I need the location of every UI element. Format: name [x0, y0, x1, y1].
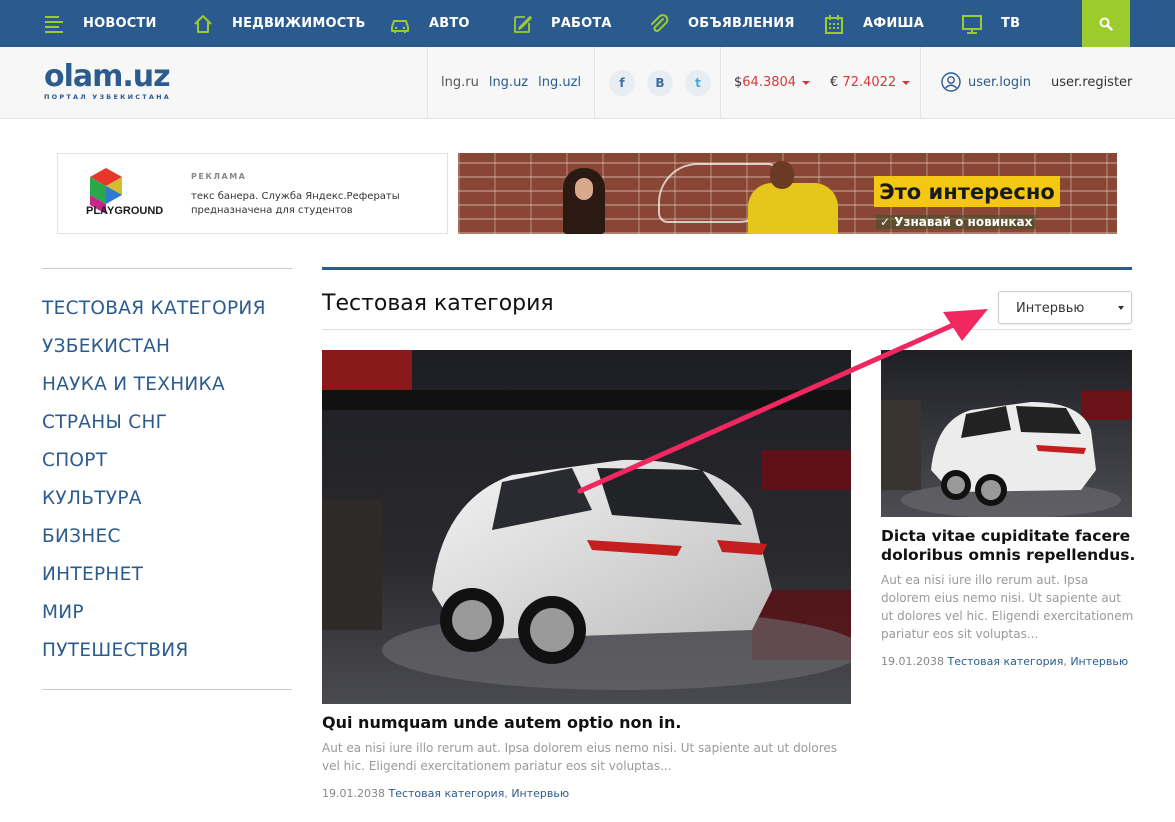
header-divider: [427, 47, 428, 119]
nav-item-label: НЕДВИЖИМОСТЬ: [232, 16, 366, 31]
nav-item-label: НОВОСТИ: [83, 16, 157, 31]
ad-label: РЕКЛАМА: [191, 172, 247, 181]
currency-eur[interactable]: € 72.4022: [830, 75, 911, 90]
sidebar-item-cis[interactable]: СТРАНЫ СНГ: [42, 409, 266, 447]
paperclip-icon: [648, 13, 670, 35]
article-image-main[interactable]: [322, 350, 851, 704]
article-date: 19.01.2038: [322, 787, 385, 800]
twitter-icon[interactable]: t: [685, 70, 711, 96]
category-filter-select[interactable]: Интервью: [998, 291, 1132, 324]
eur-rate: 72.4022: [842, 75, 897, 90]
header-divider: [594, 47, 595, 119]
ad-subline: ✓ Узнавай о новинках: [876, 215, 1037, 229]
sidebar-item-sport[interactable]: СПОРТ: [42, 447, 266, 485]
article-excerpt: Aut ea nisi iure illo rerum aut. Ipsa do…: [881, 573, 1134, 641]
site-header: olam.uz ПОРТАЛ УЗБЕКИСТАНА lng.ru lng.uz l…: [0, 47, 1175, 119]
article-title[interactable]: Dicta vitae cupiditate facere doloribus …: [881, 527, 1141, 565]
search-icon: [1099, 17, 1113, 31]
nav-item-real-estate[interactable]: НЕДВИЖИМОСТЬ: [192, 0, 366, 47]
caret-down-icon: [902, 80, 911, 85]
article-date: 19.01.2038: [881, 655, 944, 668]
article-tag-link[interactable]: Интервью: [1070, 655, 1128, 668]
search-button[interactable]: [1082, 0, 1130, 47]
register-link[interactable]: user.register: [1051, 75, 1132, 90]
currency-usd[interactable]: $64.3804: [734, 75, 811, 90]
nav-item-label: АФИША: [863, 16, 924, 31]
sidebar-item-culture[interactable]: КУЛЬТУРА: [42, 485, 266, 523]
ad-banner-interesting[interactable]: Это интересно ✓ Узнавай о новинках: [458, 153, 1117, 234]
article-category-link[interactable]: Тестовая категория: [947, 655, 1063, 668]
nav-item-news[interactable]: НОВОСТИ: [43, 0, 157, 47]
sidebar-item-uzbekistan[interactable]: УЗБЕКИСТАН: [42, 333, 266, 371]
dropdown-arrow-icon: [1118, 306, 1124, 310]
vkontakte-icon[interactable]: B: [647, 70, 673, 96]
nav-item-label: АВТО: [429, 16, 470, 31]
article-image-secondary[interactable]: [881, 350, 1132, 517]
caret-down-icon: [802, 80, 811, 85]
section-top-rule: [322, 267, 1132, 270]
article-tag-link[interactable]: Интервью: [511, 787, 569, 800]
playground-logo-text: PLAYGROUND: [86, 205, 163, 217]
article-excerpt: Aut ea nisi iure illo rerum aut. Ipsa do…: [322, 741, 838, 773]
lang-uz-link[interactable]: lng.uz: [489, 75, 528, 90]
nav-item-events[interactable]: АФИША: [823, 0, 924, 47]
sidebar-categories: ТЕСТОВАЯ КАТЕГОРИЯ УЗБЕКИСТАН НАУКА И ТЕ…: [42, 295, 266, 675]
sidebar-item-world[interactable]: МИР: [42, 599, 266, 637]
sidebar-divider: [42, 689, 292, 690]
monitor-icon: [961, 13, 983, 35]
nav-item-label: ОБЪЯВЛЕНИЯ: [688, 16, 795, 31]
logo-text: olam.uz: [44, 59, 171, 94]
article-meta: 19.01.2038 Тестовая категория, Интервью: [881, 655, 1129, 668]
nav-item-ads[interactable]: ОБЪЯВЛЕНИЯ: [648, 0, 795, 47]
logo-subtitle: ПОРТАЛ УЗБЕКИСТАНА: [44, 93, 171, 101]
page-title: Тестовая категория: [322, 291, 554, 316]
playground-logo: PLAYGROUND: [86, 168, 163, 217]
user-icon: [941, 72, 961, 92]
article-meta: 19.01.2038 Тестовая категория, Интервью: [322, 787, 570, 800]
car-icon: [389, 13, 411, 35]
user-links: user.login user.register: [941, 72, 1132, 92]
top-navigation: НОВОСТИ НЕДВИЖИМОСТЬ АВТО РАБОТА ОБЪЯВЛЕ…: [0, 0, 1175, 47]
ad-text: текс банера. Служба Яндекс.Рефераты пред…: [191, 191, 400, 216]
lang-ru-link[interactable]: lng.ru: [441, 75, 479, 90]
language-switcher: lng.ru lng.uz lng.uzl: [441, 75, 591, 90]
facebook-icon[interactable]: f: [609, 70, 635, 96]
eur-symbol: €: [830, 75, 839, 90]
login-link[interactable]: user.login: [968, 75, 1031, 90]
nav-item-label: РАБОТА: [551, 16, 612, 31]
sidebar-item-science[interactable]: НАУКА И ТЕХНИКА: [42, 371, 266, 409]
sidebar-item-internet[interactable]: ИНТЕРНЕТ: [42, 561, 266, 599]
usd-rate: 64.3804: [742, 75, 797, 90]
lang-uzl-link[interactable]: lng.uzl: [538, 75, 581, 90]
edit-icon: [511, 13, 533, 35]
title-divider: [322, 329, 1132, 330]
car-photo: [881, 350, 1132, 517]
nav-item-jobs[interactable]: РАБОТА: [511, 0, 612, 47]
nav-item-tv[interactable]: ТВ: [961, 0, 1020, 47]
header-divider: [920, 47, 921, 119]
article-category-link[interactable]: Тестовая категория: [388, 787, 504, 800]
sidebar-divider: [42, 268, 292, 269]
filter-selected-value: Интервью: [1016, 301, 1085, 316]
house-icon: [192, 13, 214, 35]
sidebar-item-test-category[interactable]: ТЕСТОВАЯ КАТЕГОРИЯ: [42, 295, 266, 333]
menu-lines-icon: [43, 13, 65, 35]
ad-headline: Это интересно: [874, 176, 1060, 207]
car-photo: [322, 350, 851, 704]
nav-item-auto[interactable]: АВТО: [389, 0, 470, 47]
sidebar-item-travel[interactable]: ПУТЕШЕСТВИЯ: [42, 637, 266, 675]
ad-person-image: [563, 168, 605, 234]
ad-banner-playground[interactable]: PLAYGROUND РЕКЛАМА текс банера. Служба Я…: [57, 153, 448, 234]
header-divider: [720, 47, 721, 119]
social-links: f B t: [609, 70, 711, 96]
article-title[interactable]: Qui numquam unde autem optio non in.: [322, 713, 681, 732]
site-logo[interactable]: olam.uz ПОРТАЛ УЗБЕКИСТАНА: [44, 61, 176, 107]
ad-person-image: [748, 161, 838, 234]
sidebar-item-business[interactable]: БИЗНЕС: [42, 523, 266, 561]
nav-item-label: ТВ: [1001, 16, 1021, 31]
calendar-icon: [823, 13, 845, 35]
